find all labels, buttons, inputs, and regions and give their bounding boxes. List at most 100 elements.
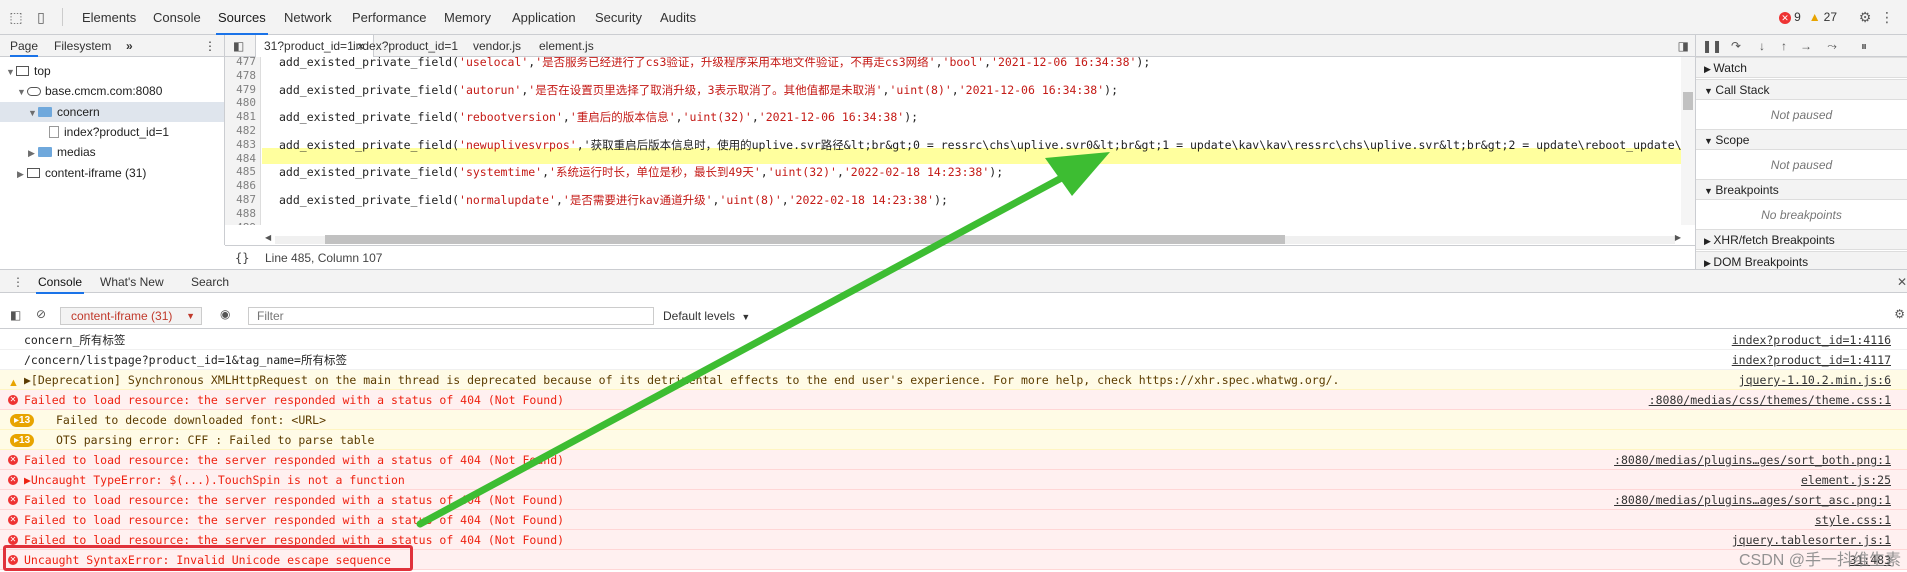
source-link[interactable]: style.css:1 bbox=[1815, 510, 1891, 530]
expanded-arrow-icon[interactable]: ▼ bbox=[28, 103, 38, 123]
console-message[interactable]: ✕ ▶Uncaught TypeError: $(...).TouchSpin i… bbox=[0, 470, 1907, 490]
section-header[interactable]: ▶ Watch bbox=[1696, 57, 1907, 78]
device-toolbar-icon[interactable]: ▯ bbox=[33, 9, 49, 25]
clear-console-icon[interactable]: ⊘ bbox=[36, 307, 46, 321]
error-count[interactable]: ✕ 9 bbox=[1779, 10, 1801, 24]
console-message[interactable]: ✕ Failed to load resource: the server res… bbox=[0, 450, 1907, 470]
step-into-icon[interactable]: ↓ bbox=[1754, 38, 1770, 54]
live-expression-eye-icon[interactable]: ◉ bbox=[220, 307, 230, 321]
inspect-element-icon[interactable]: ⬚ bbox=[8, 9, 24, 25]
context-selector[interactable]: content-iframe (31) ▼ bbox=[60, 307, 202, 325]
console-message[interactable]: ▸13 OTS parsing error: CFF : Failed to pa… bbox=[0, 430, 1907, 450]
line-number[interactable]: 479 bbox=[236, 83, 256, 97]
tree-item[interactable]: ▼ base.cmcm.com:8080 bbox=[0, 81, 224, 101]
editor-horizontal-scrollbar[interactable]: ◀ ▶ bbox=[265, 233, 1695, 245]
source-link[interactable]: :8080/medias/css/themes/theme.css:1 bbox=[1649, 390, 1891, 410]
file-tab[interactable]: element.js bbox=[539, 35, 594, 57]
drawer-menu-icon[interactable]: ⋮ bbox=[12, 270, 24, 294]
source-link[interactable]: element.js:25 bbox=[1801, 470, 1891, 490]
more-options-icon[interactable]: ⋮ bbox=[1879, 9, 1895, 25]
console-message[interactable]: ▲ ▶[Deprecation] Synchronous XMLHttpReque… bbox=[0, 370, 1907, 390]
tab-filesystem[interactable]: Filesystem bbox=[54, 35, 111, 57]
scroll-thumb[interactable] bbox=[1683, 92, 1693, 110]
issue-counts[interactable]: ✕ 9 ▲ 27 bbox=[1779, 10, 1837, 24]
line-number[interactable]: 489 bbox=[236, 221, 256, 225]
tree-item[interactable]: index?product_id=1 bbox=[0, 122, 224, 142]
console-message[interactable]: ▸13 Failed to decode downloaded font: <UR… bbox=[0, 410, 1907, 430]
repeat-count-badge[interactable]: ▸13 bbox=[10, 414, 35, 427]
console-settings-icon[interactable]: ⚙ bbox=[1894, 307, 1905, 321]
expanded-arrow-icon[interactable]: ▼ bbox=[6, 62, 16, 82]
source-link[interactable]: index?product_id=1:4117 bbox=[1732, 350, 1891, 370]
line-number[interactable]: 486 bbox=[236, 179, 256, 193]
pause-on-exceptions-icon[interactable]: ⏸ bbox=[1856, 38, 1872, 54]
scroll-left-icon[interactable]: ◀ bbox=[265, 233, 271, 242]
console-message[interactable]: ✕ Failed to load resource: the server res… bbox=[0, 490, 1907, 510]
drawer-tab-whats-new[interactable]: What's New bbox=[100, 270, 164, 294]
repeat-count-badge[interactable]: ▸13 bbox=[10, 434, 35, 447]
tab-audits[interactable]: Audits bbox=[658, 0, 698, 35]
tab-network[interactable]: Network bbox=[282, 0, 334, 35]
source-link[interactable]: jquery-1.10.2.min.js:6 bbox=[1739, 370, 1891, 390]
navigator-menu-icon[interactable]: ⋮ bbox=[204, 35, 216, 57]
code-area[interactable]: 477478479480481482483484485486487488489 … bbox=[225, 57, 1695, 225]
console-message[interactable]: concern_所有标签 index?product_id=1:4116 bbox=[0, 330, 1907, 350]
editor-vertical-scrollbar[interactable] bbox=[1681, 57, 1695, 225]
source-link[interactable]: :8080/medias/plugins…ges/sort_both.png:1 bbox=[1614, 450, 1891, 470]
tab-elements[interactable]: Elements bbox=[80, 0, 138, 35]
step-over-icon[interactable]: ↷ bbox=[1728, 38, 1744, 54]
line-number[interactable]: 483 bbox=[236, 138, 256, 152]
deactivate-breakpoints-icon[interactable]: ⤳ bbox=[1824, 38, 1840, 54]
show-sidebar-icon[interactable]: ◧ bbox=[10, 308, 21, 322]
warning-count[interactable]: ▲ 27 bbox=[1809, 10, 1837, 24]
line-number[interactable]: 480 bbox=[236, 96, 256, 110]
close-drawer-icon[interactable]: ✕ bbox=[1897, 270, 1907, 294]
tab-console[interactable]: Console bbox=[151, 0, 203, 35]
line-number[interactable]: 488 bbox=[236, 207, 256, 221]
settings-icon[interactable]: ⚙ bbox=[1857, 9, 1873, 25]
line-number[interactable]: 482 bbox=[236, 124, 256, 138]
tree-item[interactable]: ▼ concern bbox=[0, 101, 224, 123]
tree-item[interactable]: ▶ medias bbox=[0, 142, 224, 162]
section-header[interactable]: ▶ XHR/fetch Breakpoints bbox=[1696, 229, 1907, 250]
tab-performance[interactable]: Performance bbox=[350, 0, 428, 35]
collapsed-arrow-icon[interactable]: ▶ bbox=[17, 164, 27, 184]
tab-security[interactable]: Security bbox=[593, 0, 644, 35]
pretty-print-icon[interactable]: {} bbox=[235, 246, 249, 270]
line-number[interactable]: 481 bbox=[236, 110, 256, 124]
toggle-debugger-icon[interactable]: ◨ bbox=[1678, 35, 1689, 57]
line-number[interactable]: 478 bbox=[236, 69, 256, 83]
line-number-gutter[interactable]: 477478479480481482483484485486487488489 bbox=[225, 57, 261, 225]
line-number[interactable]: 477 bbox=[236, 57, 256, 69]
source-link[interactable]: :8080/medias/plugins…ages/sort_asc.png:1 bbox=[1614, 490, 1891, 510]
drawer-tab-search[interactable]: Search bbox=[191, 270, 229, 294]
step-icon[interactable]: → bbox=[1798, 38, 1814, 54]
pause-icon[interactable]: ❚❚ bbox=[1702, 38, 1722, 54]
section-header[interactable]: ▼ Breakpoints bbox=[1696, 179, 1907, 200]
tree-item[interactable]: ▶ content-iframe (31) bbox=[0, 163, 224, 183]
source-link[interactable]: index?product_id=1:4116 bbox=[1732, 330, 1891, 350]
tab-memory[interactable]: Memory bbox=[442, 0, 493, 35]
section-header[interactable]: ▼ Scope bbox=[1696, 129, 1907, 150]
tab-page[interactable]: Page bbox=[10, 35, 39, 57]
console-message[interactable]: /concern/listpage?product_id=1&tag_name=… bbox=[0, 350, 1907, 370]
scroll-right-icon[interactable]: ▶ bbox=[1675, 233, 1681, 242]
line-number[interactable]: 485 bbox=[236, 165, 256, 179]
console-filter-input[interactable] bbox=[248, 307, 654, 325]
console-message[interactable]: ✕ Failed to load resource: the server res… bbox=[0, 510, 1907, 530]
section-header[interactable]: ▼ Call Stack bbox=[1696, 79, 1907, 100]
line-number[interactable]: 487 bbox=[236, 193, 256, 207]
tab-sources[interactable]: Sources bbox=[216, 0, 268, 35]
file-tab[interactable]: vendor.js bbox=[473, 35, 521, 57]
more-tabs-icon[interactable]: » bbox=[126, 35, 133, 57]
tree-item[interactable]: ▼ top bbox=[0, 61, 224, 81]
line-number[interactable]: 484 bbox=[236, 152, 256, 166]
collapsed-arrow-icon[interactable]: ▶ bbox=[28, 143, 38, 163]
expanded-arrow-icon[interactable]: ▼ bbox=[17, 82, 27, 102]
drawer-tab-console[interactable]: Console bbox=[36, 270, 85, 294]
file-tab[interactable]: index?product_id=1 bbox=[353, 35, 458, 57]
console-message[interactable]: ✕ Failed to load resource: the server res… bbox=[0, 390, 1907, 410]
step-out-icon[interactable]: ↑ bbox=[1776, 38, 1792, 54]
log-levels-dropdown[interactable]: Default levels ▼ bbox=[663, 307, 750, 325]
toggle-navigator-icon[interactable]: ◧ bbox=[233, 35, 244, 57]
